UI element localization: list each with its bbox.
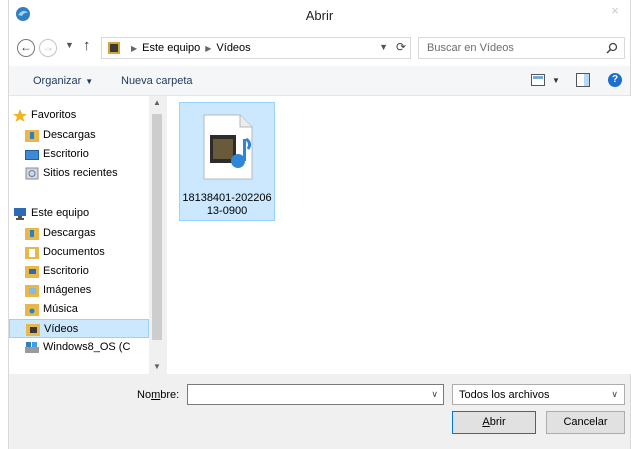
nav-this-pc-documentos[interactable]: Documentos xyxy=(9,243,149,262)
scroll-down-icon[interactable]: ▼ xyxy=(153,362,161,371)
nav-label: Favoritos xyxy=(31,109,77,121)
nav-this-pc-escritorio[interactable]: Escritorio xyxy=(9,262,149,281)
nav-label: Sitios recientes xyxy=(43,167,118,179)
address-bar[interactable]: ▶ Este equipo ▶ Vídeos ▼ ⟳ xyxy=(101,37,411,59)
file-type-value: Todos los archivos xyxy=(459,389,550,401)
nav-favorites-escritorio[interactable]: Escritorio xyxy=(9,145,149,164)
search-input[interactable]: Buscar en Vídeos xyxy=(418,37,625,59)
videos-library-icon xyxy=(108,42,120,54)
up-button[interactable]: ↑ xyxy=(83,37,91,54)
organize-label: Organizar xyxy=(33,75,82,87)
nav-this-pc-descargas[interactable]: Descargas xyxy=(9,224,149,243)
search-icon xyxy=(606,42,618,54)
breadcrumb-separator-icon: ▶ xyxy=(205,44,212,53)
computer-icon xyxy=(14,208,26,220)
nav-this-pc-musica[interactable]: Música xyxy=(9,300,149,319)
nav-this-pc-videos[interactable]: Vídeos xyxy=(9,319,149,338)
file-name-field[interactable]: ∨ xyxy=(187,384,444,405)
scroll-up-icon[interactable]: ▲ xyxy=(153,98,161,107)
recent-locations-dropdown[interactable]: ▼ xyxy=(65,40,74,50)
chevron-down-icon: ∨ xyxy=(611,389,618,399)
breadcrumb-separator-icon: ▶ xyxy=(131,44,138,53)
open-button[interactable]: Abrir xyxy=(452,411,536,434)
chevron-down-icon[interactable]: ∨ xyxy=(431,389,438,400)
nav-label: Descargas xyxy=(43,227,96,239)
search-placeholder: Buscar en Vídeos xyxy=(427,42,514,54)
nav-favorites[interactable]: Favoritos xyxy=(9,106,149,125)
downloads-folder-icon xyxy=(25,228,39,240)
chevron-down-icon: ▼ xyxy=(85,77,94,86)
nav-label: Descargas xyxy=(43,129,96,141)
nav-label: Windows8_OS (C xyxy=(43,341,131,353)
change-view-icon[interactable] xyxy=(531,74,545,86)
file-name-label-mnemonic: m xyxy=(151,389,161,401)
file-name-label: Nombre: xyxy=(137,389,179,401)
help-icon[interactable]: ? xyxy=(608,73,622,87)
title-bar: Abrir × xyxy=(9,0,630,30)
nav-scrollbar[interactable]: ▲ ▼ xyxy=(149,96,165,374)
file-name: 18138401-20220613-0900 xyxy=(182,192,272,217)
forward-button[interactable]: → xyxy=(39,39,57,57)
videos-folder-icon xyxy=(26,324,40,336)
nav-label: Escritorio xyxy=(43,148,89,160)
window-title: Abrir xyxy=(305,8,334,23)
video-file-icon xyxy=(203,114,253,180)
open-label: brir xyxy=(489,416,506,428)
nav-label: Este equipo xyxy=(31,207,90,219)
nav-favorites-descargas[interactable]: Descargas xyxy=(9,126,149,145)
file-list: 18138401-20220613-0900 xyxy=(167,96,631,374)
nav-label: Imágenes xyxy=(43,284,92,296)
nav-favorites-sitios-recientes[interactable]: Sitios recientes xyxy=(9,164,149,183)
nav-label: Escritorio xyxy=(43,265,89,277)
drive-icon xyxy=(25,342,39,353)
open-dialog: Abrir × ← → ▼ ↑ ▶ Este equipo ▶ Vídeos ▼ ⟳ … xyxy=(8,0,631,449)
file-type-select[interactable]: Todos los archivos ∨ xyxy=(452,384,625,405)
new-folder-button[interactable]: Nueva carpeta xyxy=(121,75,193,87)
command-bar: Organizar ▼ Nueva carpeta ▼ ? xyxy=(9,66,630,96)
back-button[interactable]: ← xyxy=(17,39,35,57)
file-name-label-part: bre: xyxy=(160,389,180,401)
refresh-button[interactable]: ⟳ xyxy=(396,40,406,54)
cancel-button[interactable]: Cancelar xyxy=(546,411,625,434)
downloads-folder-icon xyxy=(25,130,39,142)
documents-folder-icon xyxy=(25,247,39,259)
address-row: ← → ▼ ↑ ▶ Este equipo ▶ Vídeos ▼ ⟳ Buscar e… xyxy=(9,30,630,66)
open-mnemonic: A xyxy=(482,416,490,428)
bottom-bar: Nombre: ∨ Todos los archivos ∨ Abrir Can… xyxy=(9,374,630,449)
scrollbar-thumb[interactable] xyxy=(152,114,162,340)
navigation-pane: Favoritos Descargas Escritorio Sitios re… xyxy=(9,96,165,374)
nav-label: Música xyxy=(43,303,78,315)
nav-this-pc-imagenes[interactable]: Imágenes xyxy=(9,281,149,300)
file-item[interactable]: 18138401-20220613-0900 xyxy=(179,102,275,221)
file-name-label-part: No xyxy=(137,389,152,401)
nav-this-pc[interactable]: Este equipo xyxy=(9,204,149,223)
recent-places-icon xyxy=(25,167,39,180)
breadcrumb-this-pc[interactable]: Este equipo xyxy=(142,42,200,54)
music-folder-icon xyxy=(25,304,39,316)
breadcrumb-videos[interactable]: Vídeos xyxy=(216,42,250,54)
nav-label: Documentos xyxy=(43,246,105,258)
preview-pane-icon[interactable] xyxy=(576,73,590,87)
desktop-icon xyxy=(25,150,39,160)
breadcrumb: ▶ Este equipo ▶ Vídeos xyxy=(126,42,251,54)
nav-label: Vídeos xyxy=(44,323,79,335)
view-options-dropdown[interactable]: ▼ xyxy=(552,76,560,85)
organize-menu-button[interactable]: Organizar ▼ xyxy=(33,75,93,87)
nav-this-pc-drive-c[interactable]: Windows8_OS (C xyxy=(9,338,149,357)
pictures-folder-icon xyxy=(25,285,39,297)
star-icon xyxy=(13,109,27,122)
desktop-folder-icon xyxy=(25,266,39,278)
close-button[interactable]: × xyxy=(606,2,624,20)
address-history-dropdown[interactable]: ▼ xyxy=(379,42,388,52)
